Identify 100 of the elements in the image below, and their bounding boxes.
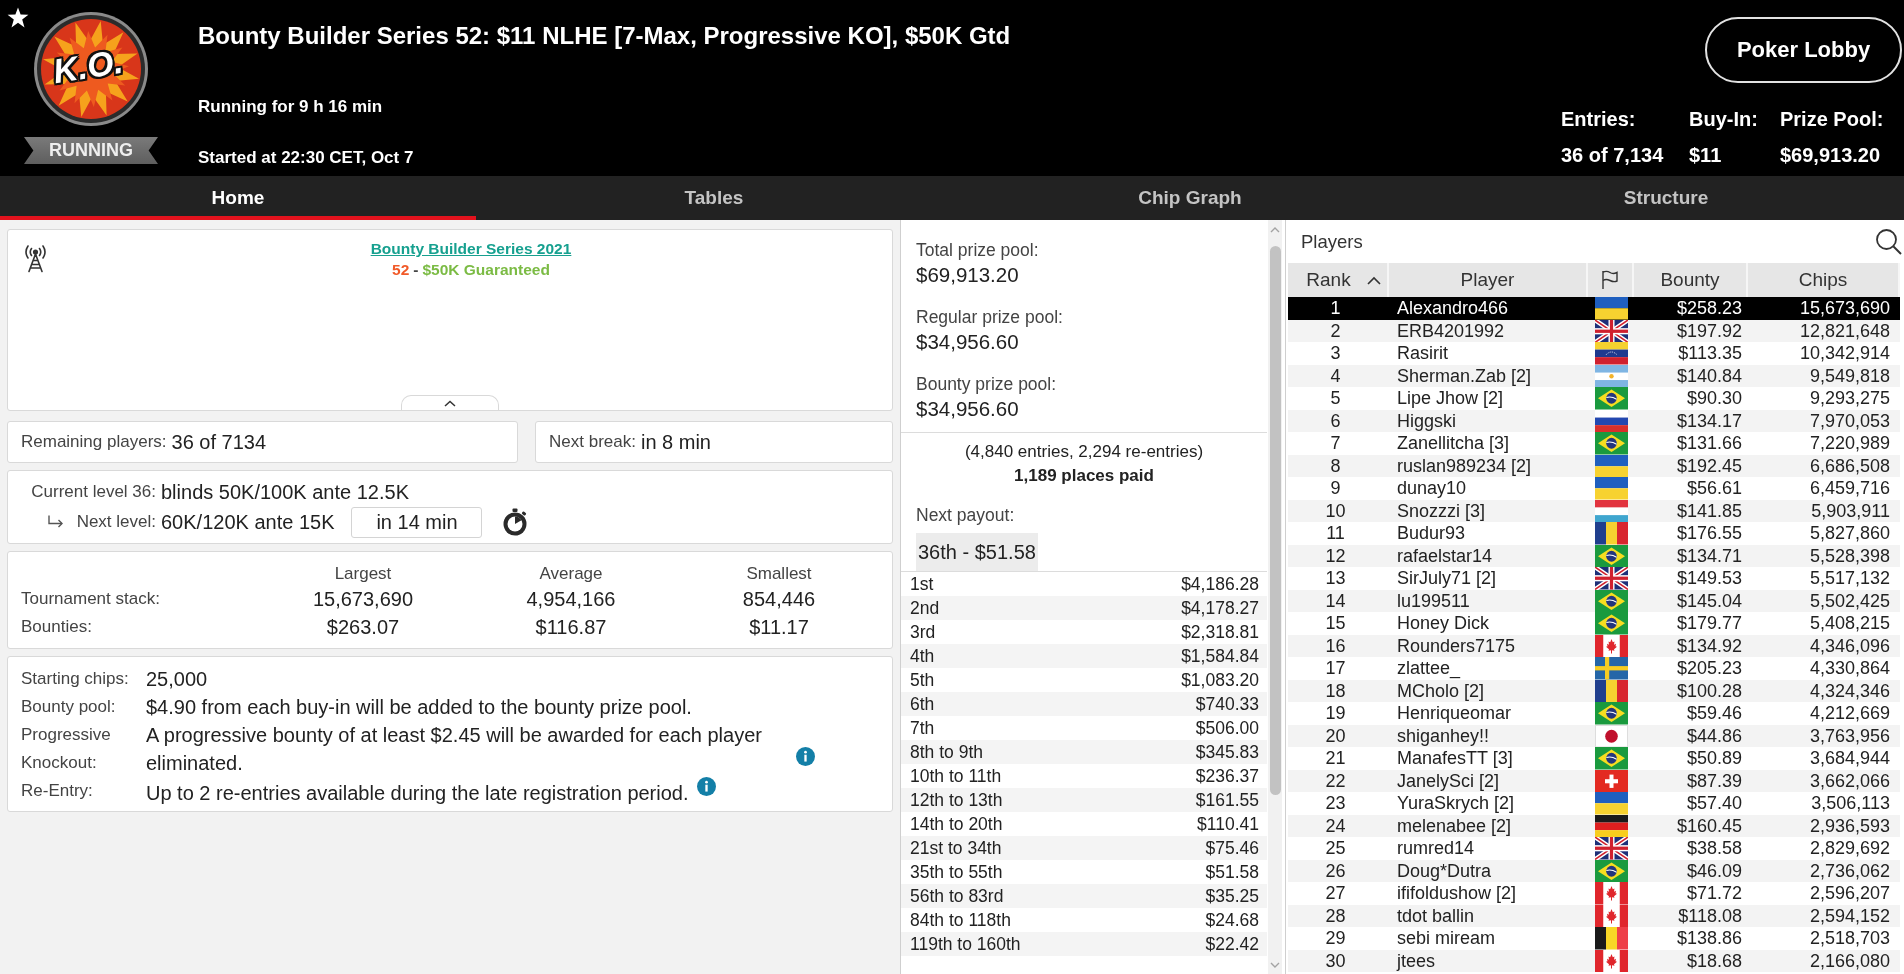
rank-cell-text: 13 <box>1324 567 1347 590</box>
bounty-cell-text: $18.68 <box>1685 949 1743 972</box>
chips-cell-text: 5,502,425 <box>1808 589 1891 612</box>
info-icon[interactable] <box>696 777 716 796</box>
chevron-up-icon <box>444 399 456 407</box>
rank-cell-text: 26 <box>1324 859 1347 882</box>
tab[interactable]: Structure <box>1428 176 1904 220</box>
places-paid: 1,189 places paid <box>1014 465 1154 487</box>
player-cell-text: Doug*Dutra <box>1396 859 1493 882</box>
amount-cell: $1,083.20 <box>1181 669 1259 691</box>
lobby-button[interactable]: Poker Lobby <box>1705 17 1902 83</box>
player-row[interactable]: 20 shiganhey!! $44.86 3,763,956 <box>1288 724 1900 747</box>
bounty-cell-text: $192.45 <box>1675 454 1743 477</box>
tab[interactable]: Chip Graph <box>952 176 1428 220</box>
amount-cell: $2,318.81 <box>1181 621 1259 643</box>
flag-icon <box>1594 747 1628 770</box>
search-icon[interactable] <box>1875 228 1902 255</box>
stat-label: Entries: <box>1561 107 1636 131</box>
player-row[interactable]: 30 jtees $18.68 2,166,080 <box>1288 949 1900 972</box>
flag-icon <box>1594 477 1628 500</box>
player-row[interactable]: 22 JanelySci [2] $87.39 3,662,066 <box>1288 769 1900 792</box>
stat-value: 36 of 7,134 <box>1561 143 1664 167</box>
flag-icon <box>1594 634 1628 657</box>
bounty-cell-text: $160.45 <box>1675 814 1743 837</box>
flag-icon <box>1594 792 1628 815</box>
sort-chevron-icon <box>1366 275 1381 285</box>
flag-icon <box>1594 342 1628 365</box>
player-row[interactable]: 16 Rounders7175 $134.92 4,346,096 <box>1288 634 1900 657</box>
player-cell-text: SirJuly71 [2] <box>1396 567 1498 590</box>
rank-cell-text: 23 <box>1324 792 1347 815</box>
player-row[interactable]: 18 MCholo [2] $100.28 4,324,346 <box>1288 679 1900 702</box>
rank-cell-text: 22 <box>1324 769 1347 792</box>
stat-label: Prize Pool: <box>1780 107 1884 131</box>
detail-label: Starting chips: <box>21 668 130 690</box>
info-icon[interactable] <box>796 747 815 766</box>
amount-cell: $35.25 <box>1205 885 1259 907</box>
scrollbar-thumb[interactable] <box>1269 246 1281 795</box>
level-value: 60K/120K ante 15K <box>161 510 335 534</box>
rank-cell-text: 30 <box>1324 949 1347 972</box>
chips-cell-text: 5,517,132 <box>1808 567 1891 590</box>
bounty-cell-text: $176.55 <box>1675 522 1743 545</box>
logo-text: K.O. <box>50 40 126 93</box>
star-icon[interactable] <box>7 7 29 29</box>
player-row[interactable]: 6 Higgski $134.17 7,970,053 <box>1288 409 1900 432</box>
player-row[interactable]: 12 rafaelstar14 $134.71 5,528,398 <box>1288 544 1900 567</box>
amount-cell: $4,178.27 <box>1181 597 1259 619</box>
series-subtitle: 52 - $50K Guaranteed <box>392 260 550 280</box>
bounty-cell-text: $149.53 <box>1675 567 1743 590</box>
player-row[interactable]: 14 lu199511 $145.04 5,502,425 <box>1288 589 1900 612</box>
player-row[interactable]: 28 tdot ballin $118.08 2,594,152 <box>1288 904 1900 927</box>
flag-icon <box>1594 454 1628 477</box>
flag-outline-icon <box>1600 270 1620 290</box>
rank-cell-text: 17 <box>1324 657 1347 680</box>
place-cell: 10th to 11th <box>910 765 1002 787</box>
player-cell-text: zlattee_ <box>1396 657 1462 680</box>
rank-cell-text: 19 <box>1324 702 1347 725</box>
detail-label: Re-Entry: <box>21 780 94 802</box>
player-row[interactable]: 4 Sherman.Zab [2] $140.84 9,549,818 <box>1288 364 1900 387</box>
player-cell-text: Henriqueomar <box>1396 702 1513 725</box>
pool-label: Total prize pool: <box>916 239 1039 261</box>
rank-cell-text: 6 <box>1329 409 1342 432</box>
row-label: Tournament stack: <box>21 589 160 609</box>
bounty-cell-text: $258.23 <box>1675 297 1743 320</box>
place-cell: 7th <box>910 717 935 739</box>
rank-cell-text: 9 <box>1329 477 1342 500</box>
player-row[interactable]: 10 Snozzzi [3] $141.85 5,903,911 <box>1288 499 1900 522</box>
scrollbar[interactable] <box>1268 220 1282 974</box>
summary-label: Next break: <box>549 432 636 452</box>
stat-value: $69,913.20 <box>1780 143 1881 167</box>
bounty-cell-text: $145.04 <box>1675 589 1743 612</box>
place-cell: 1st <box>910 573 934 595</box>
player-cell-text: Rounders7175 <box>1396 634 1517 657</box>
summary-label: Remaining players: <box>21 432 167 452</box>
chips-cell-text: 4,346,096 <box>1808 634 1891 657</box>
pool-value: $34,956.60 <box>916 396 1019 422</box>
player-row[interactable]: 2 ERB4201992 $197.92 12,821,648 <box>1288 319 1900 342</box>
place-cell: 2nd <box>910 597 940 619</box>
rank-cell-text: 2 <box>1329 319 1342 342</box>
player-row[interactable]: 8 ruslan989234 [2] $192.45 6,686,508 <box>1288 454 1900 477</box>
player-row[interactable]: 24 melenabee [2] $160.45 2,936,593 <box>1288 814 1900 837</box>
flag-icon <box>1594 814 1628 837</box>
place-cell: 84th to 118th <box>910 909 1011 931</box>
level-value: blinds 50K/100K ante 12.5K <box>161 480 409 504</box>
amount-cell: $110.41 <box>1197 813 1259 835</box>
flag-icon <box>1594 297 1628 320</box>
tab[interactable]: Tables <box>476 176 952 220</box>
player-row[interactable]: 1 Alexandro466 $258.23 15,673,690 <box>1288 297 1900 320</box>
amount-cell: $506.00 <box>1195 717 1259 739</box>
place-cell: 14th to 20th <box>910 813 1003 835</box>
detail-value: $4.90 from each buy-in will be added to the bounty prize pool. <box>146 695 692 720</box>
amount-cell: $161.55 <box>1195 789 1259 811</box>
player-row[interactable]: 26 Doug*Dutra $46.09 2,736,062 <box>1288 859 1900 882</box>
place-cell: 35th to 55th <box>910 861 1003 883</box>
flag-icon <box>1594 769 1628 792</box>
player-cell-text: Alexandro466 <box>1396 297 1510 320</box>
amount-cell: $22.42 <box>1205 933 1259 955</box>
chips-cell-text: 3,684,944 <box>1808 747 1891 770</box>
bounty-cell-text: $90.30 <box>1685 387 1743 410</box>
bounty-cell-text: $57.40 <box>1685 792 1743 815</box>
bounty-cell-text: $131.66 <box>1675 432 1743 455</box>
